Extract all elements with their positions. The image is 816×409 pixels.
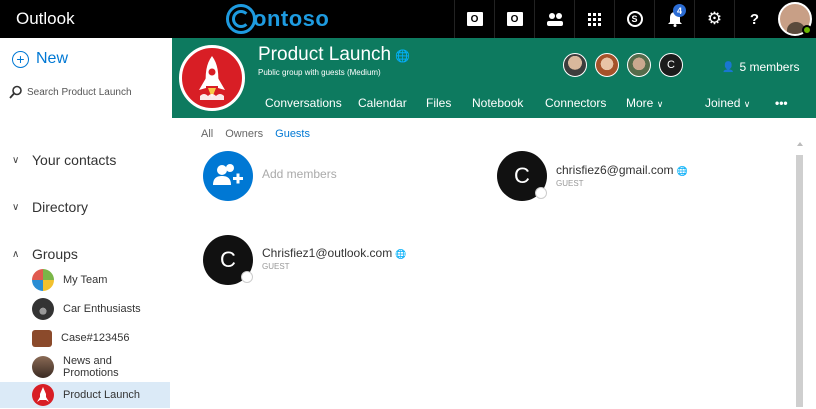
search-placeholder: Search Product Launch (27, 86, 132, 98)
globe-icon: 🌐 (676, 166, 688, 176)
groups-section[interactable]: ∧ Groups (12, 246, 78, 262)
search-icon (9, 85, 22, 99)
rocket-icon (32, 384, 54, 406)
presence-icon (241, 271, 253, 283)
member-avatar[interactable] (595, 53, 619, 77)
people-glyph (546, 13, 563, 26)
chevron-up-icon: ∧ (12, 248, 20, 260)
outlook-calendar-icon[interactable]: O (494, 0, 534, 38)
guest-role: GUEST (556, 179, 584, 188)
directory-section[interactable]: ∨ Directory (12, 199, 88, 215)
help-icon[interactable]: ? (734, 0, 774, 38)
left-pane: + New Search Product Launch ∨ Your conta… (0, 38, 172, 408)
chevron-down-icon: ∨ (656, 99, 664, 109)
member-avatar[interactable] (563, 53, 587, 77)
group-subtitle: Public group with guests (Medium) (258, 68, 381, 77)
group-name: Product Launch 🌐 (258, 44, 411, 65)
people-icon[interactable] (534, 0, 574, 38)
tab-calendar[interactable]: Calendar (358, 96, 407, 110)
member-avatar[interactable] (627, 53, 651, 77)
group-thumbnail (32, 298, 54, 320)
add-members-button[interactable]: Add members (203, 151, 337, 201)
guest-avatar: C (203, 235, 253, 285)
globe-icon: 🌐 (395, 49, 411, 63)
guest-card[interactable]: C Chrisfiez1@outlook.com 🌐 GUEST (203, 235, 406, 285)
tab-all[interactable]: All (201, 128, 213, 140)
tab-conversations[interactable]: Conversations (265, 96, 342, 110)
group-item-my-team[interactable]: My Team (0, 267, 170, 293)
outlook-mail-icon[interactable]: O (454, 0, 494, 38)
chevron-down-icon: ∨ (743, 99, 751, 109)
brand-logo: ontoso (226, 4, 329, 34)
group-item-case[interactable]: Case#123456 (0, 325, 170, 351)
tab-notebook[interactable]: Notebook (472, 96, 523, 110)
new-button[interactable]: + New (12, 50, 68, 68)
chevron-down-icon: ∨ (12, 154, 20, 166)
tab-more[interactable]: More ∨ (626, 96, 663, 110)
guest-card[interactable]: C chrisfiez6@gmail.com 🌐 GUEST (497, 151, 688, 201)
bell-icon[interactable]: 4 (654, 0, 694, 38)
top-bar: Outlook ontoso O O S 4 ⚙ ? (0, 0, 816, 38)
app-title[interactable]: Outlook (16, 9, 75, 29)
plus-icon: + (12, 50, 29, 68)
presence-icon (535, 187, 547, 199)
add-people-icon (203, 151, 253, 201)
member-avatars: C (563, 53, 683, 77)
new-label: New (36, 50, 69, 67)
member-filter-tabs: All Owners Guests (201, 128, 310, 140)
scrollbar-thumb[interactable] (796, 155, 803, 407)
guest-role: GUEST (262, 262, 290, 271)
guest-email: Chrisfiez1@outlook.com 🌐 (262, 246, 407, 260)
group-item-product-launch[interactable]: Product Launch (0, 382, 170, 408)
app-launcher-icon[interactable] (574, 0, 614, 38)
group-item-news-and-promotions[interactable]: News and Promotions (0, 354, 170, 380)
tab-guests[interactable]: Guests (275, 128, 310, 140)
notification-badge: 4 (673, 4, 686, 17)
chevron-down-icon: ∨ (12, 201, 20, 213)
briefcase-icon (32, 329, 52, 347)
skype-icon[interactable]: S (614, 0, 654, 38)
user-avatar[interactable] (774, 0, 816, 38)
group-header: Product Launch 🌐 Public group with guests… (172, 38, 816, 118)
tab-connectors[interactable]: Connectors (545, 96, 606, 110)
search-input[interactable]: Search Product Launch (9, 85, 132, 99)
group-item-car-enthusiasts[interactable]: Car Enthusiasts (0, 296, 170, 322)
online-status-icon (802, 25, 812, 35)
tab-files[interactable]: Files (426, 96, 451, 110)
member-avatar[interactable]: C (659, 53, 683, 77)
tab-owners[interactable]: Owners (225, 128, 263, 140)
brand-text: ontoso (253, 6, 330, 31)
your-contacts-section[interactable]: ∨ Your contacts (12, 152, 116, 168)
members-button[interactable]: 👤 5 members (722, 60, 799, 74)
contoso-logo-icon (226, 4, 256, 34)
joined-dropdown[interactable]: Joined ∨ (705, 96, 750, 110)
group-thumbnail (32, 356, 54, 378)
scroll-up-icon[interactable] (796, 142, 803, 146)
top-icon-bar: O O S 4 ⚙ ? (454, 0, 816, 38)
group-tabs: Conversations Calendar Files Notebook Co… (172, 93, 816, 118)
person-icon: 👤 (722, 61, 735, 73)
gear-icon[interactable]: ⚙ (694, 0, 734, 38)
scrollbar[interactable] (796, 142, 803, 407)
add-members-label: Add members (262, 167, 337, 181)
guest-avatar: C (497, 151, 547, 201)
guest-email: chrisfiez6@gmail.com 🌐 (556, 163, 688, 177)
more-options-icon[interactable]: ••• (775, 96, 788, 110)
globe-icon: 🌐 (395, 249, 407, 259)
group-thumbnail (32, 269, 54, 291)
